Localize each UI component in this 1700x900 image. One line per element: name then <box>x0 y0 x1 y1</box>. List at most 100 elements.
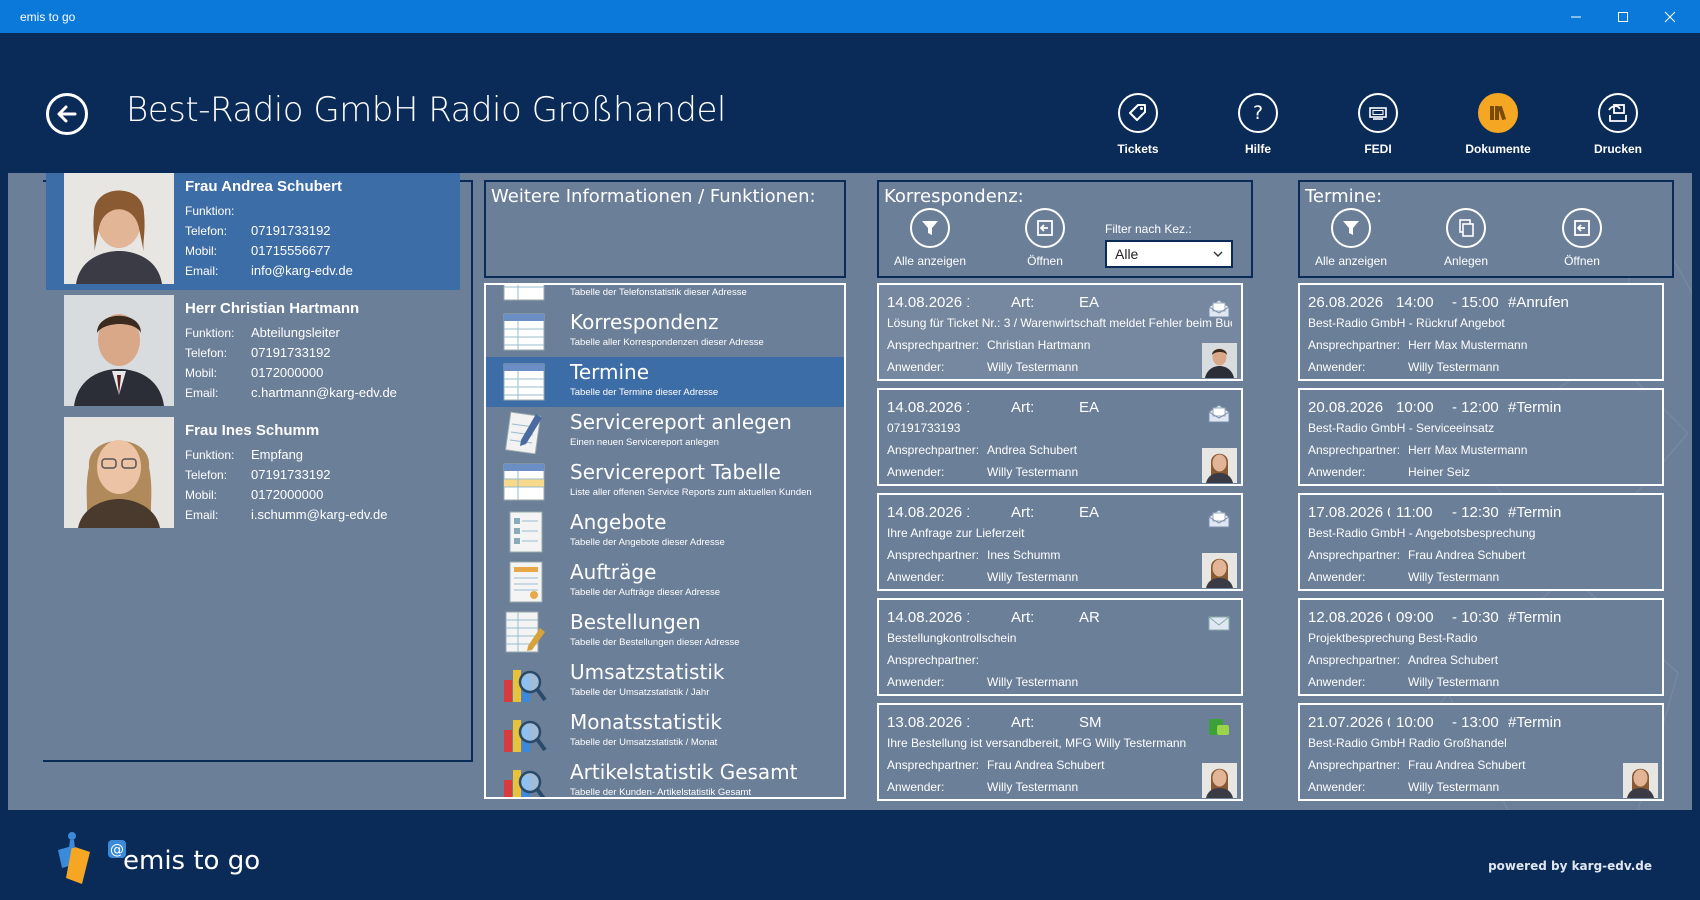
korr-art-value: EA <box>1079 504 1100 521</box>
show-all-label: Alle anzeigen <box>893 254 967 268</box>
close-button[interactable] <box>1647 0 1693 33</box>
tickets-button[interactable]: Tickets <box>1088 93 1188 156</box>
avatar <box>64 173 174 284</box>
drucken-button[interactable]: Drucken <box>1568 93 1668 156</box>
korr-contact-label: Ansprechpartner: <box>887 443 980 457</box>
chevron-down-icon <box>1213 251 1223 257</box>
termine-open-button[interactable]: Öffnen <box>1537 208 1627 268</box>
termin-card[interactable]: 12.08.2026 0 09:00 - 10:30 #Termin Projektbe… <box>1298 598 1664 696</box>
termine-show-all-button[interactable]: Alle anzeigen <box>1306 208 1396 268</box>
korr-art-label: Art: <box>1011 399 1035 416</box>
help-button[interactable]: ? Hilfe <box>1208 93 1308 156</box>
function-item-korrespondenz[interactable]: Korrespondenz Tabelle aller Korresponden… <box>486 307 844 357</box>
question-icon: ? <box>1238 93 1278 133</box>
back-button[interactable] <box>46 93 88 135</box>
dokumente-button[interactable]: Dokumente <box>1448 93 1548 156</box>
termin-contact-value: Andrea Schubert <box>1408 653 1499 667</box>
open-label: Öffnen <box>1027 254 1063 268</box>
korr-contact-label: Ansprechpartner: <box>887 338 980 352</box>
termin-user-label: Anwender: <box>1308 780 1366 794</box>
termin-from: 09:00 <box>1396 609 1434 626</box>
function-title: Servicereport anlegen <box>570 410 792 434</box>
function-title: Umsatzstatistik <box>570 660 725 684</box>
korr-contact-value: Christian Hartmann <box>987 338 1091 352</box>
termine-add-button[interactable]: Anlegen <box>1421 208 1511 268</box>
termin-card[interactable]: 26.08.2026 14:00 - 15:00 #Anrufen Best-Radio… <box>1298 283 1664 381</box>
korrespondenz-show-all-button[interactable]: Alle anzeigen <box>885 208 975 268</box>
minimize-icon <box>1571 16 1581 17</box>
korr-subject: Ihre Anfrage zur Lieferzeit <box>887 526 1025 540</box>
korr-subject: Lösung für Ticket Nr.: 3 / Warenwirtscha… <box>887 316 1232 330</box>
filter-select[interactable]: Alle <box>1105 240 1233 268</box>
function-item-servicereport-tabelle[interactable]: Servicereport Tabelle Liste aller offene… <box>486 457 844 507</box>
function-item-bestellungen[interactable]: Bestellungen Tabelle der Bestellungen di… <box>486 607 844 657</box>
function-item-monatsstatistik[interactable]: Monatsstatistik Tabelle der Umsatzstatis… <box>486 707 844 757</box>
function-item-servicereport-anlegen[interactable]: Servicereport anlegen Einen neuen Servic… <box>486 407 844 457</box>
function-item-auftraege[interactable]: Aufträge Tabelle der Aufträge dieser Adr… <box>486 557 844 607</box>
termin-tag: #Termin <box>1508 504 1562 521</box>
contact-card[interactable]: Frau Ines Schumm Funktion: Empfang Telefo… <box>46 412 460 534</box>
contact-email: Email: i.schumm@karg-edv.de <box>185 507 388 522</box>
window-titlebar: emis to go <box>0 0 1700 33</box>
contact-mobil: Mobil: 0172000000 <box>185 365 324 380</box>
function-item-artikelstatistik[interactable]: Artikelstatistik Gesamt Tabelle der Kund… <box>486 757 844 797</box>
fedi-icon <box>1358 93 1398 133</box>
termin-subject: Best-Radio GmbH - Angebotsbesprechung <box>1308 526 1536 540</box>
termin-user-label: Anwender: <box>1308 570 1366 584</box>
minimize-button[interactable] <box>1553 0 1599 33</box>
page-title: Best-Radio GmbH Radio Großhandel <box>126 90 726 130</box>
document-orders-icon <box>509 561 543 603</box>
show-all-label: Alle anzeigen <box>1314 254 1388 268</box>
termine-title: Termine: <box>1305 186 1383 207</box>
function-title: Bestellungen <box>570 610 701 634</box>
termin-card[interactable]: 20.08.2026 10:00 - 12:00 #Termin Best-Radio … <box>1298 388 1664 486</box>
table-edit-icon <box>505 611 545 653</box>
window-border-right <box>1692 33 1700 900</box>
korr-art-value: EA <box>1079 294 1100 311</box>
korrespondenz-card[interactable]: 14.08.2026 1 Art: AR Bestellungkontrollsche… <box>877 598 1243 696</box>
main-area: Frau Andrea Schubert Funktion: Telefon: 0… <box>8 173 1692 810</box>
termin-subject: Best-Radio GmbH - Rückruf Angebot <box>1308 316 1505 330</box>
termin-card[interactable]: 21.07.2026 0 10:00 - 13:00 #Termin Best-Radi… <box>1298 703 1664 801</box>
function-subtitle: Liste aller offenen Service Reports zum … <box>570 487 812 498</box>
function-item-angebote[interactable]: Angebote Tabelle der Angebote dieser Adr… <box>486 507 844 557</box>
korrespondenz-open-button[interactable]: Öffnen <box>1000 208 1090 268</box>
contact-card[interactable]: Frau Andrea Schubert Funktion: Telefon: 0… <box>46 173 460 290</box>
korrespondenz-card[interactable]: 14.08.2026 1 Art: EA Ihre Anfrage zur Liefe… <box>877 493 1243 591</box>
function-item-telefonstatistik[interactable]: Tabelle der Telefonstatistik dieser Adre… <box>486 285 844 307</box>
termin-contact-value: Frau Andrea Schubert <box>1408 758 1526 772</box>
app-header: Best-Radio GmbH Radio Großhandel Tickets… <box>8 33 1692 173</box>
tickets-label: Tickets <box>1117 142 1159 156</box>
korr-contact-value: Ines Schumm <box>987 548 1061 562</box>
table-icon <box>503 313 545 351</box>
termin-user-label: Anwender: <box>1308 465 1366 479</box>
termin-tag: #Termin <box>1508 714 1562 731</box>
function-item-umsatzstatistik[interactable]: Umsatzstatistik Tabelle der Umsatzstatis… <box>486 657 844 707</box>
korr-user-value: Willy Testermann <box>987 360 1079 374</box>
filter-value: Alle <box>1115 246 1139 262</box>
filter-icon <box>1331 208 1371 248</box>
termin-date: 21.07.2026 0 <box>1308 714 1390 731</box>
korr-user-label: Anwender: <box>887 570 945 584</box>
maximize-icon <box>1618 11 1628 22</box>
termin-user-label: Anwender: <box>1308 360 1366 374</box>
stats-magnifier-icon <box>504 670 547 702</box>
avatar <box>64 417 174 528</box>
korr-user-label: Anwender: <box>887 675 945 689</box>
open-icon <box>1562 208 1602 248</box>
contact-card[interactable]: Herr Christian Hartmann Funktion: Abteilu… <box>46 290 460 412</box>
termin-contact-label: Ansprechpartner: <box>1308 443 1401 457</box>
korrespondenz-card[interactable]: 13.08.2026 1 Art: SM Ihre Bestellung ist ve… <box>877 703 1243 801</box>
termin-card[interactable]: 17.08.2026 0 11:00 - 12:30 #Termin Best-Radi… <box>1298 493 1664 591</box>
korrespondenz-header: Korrespondenz: Alle anzeigen Öffnen Filt… <box>877 180 1253 278</box>
function-subtitle: Tabelle aller Korrespondenzen dieser Adr… <box>570 337 764 348</box>
korr-subject: Bestellungkontrollschein <box>887 631 1017 645</box>
korr-user-value: Willy Testermann <box>987 570 1079 584</box>
termin-from: 11:00 <box>1396 504 1433 521</box>
function-item-termine[interactable]: Termine Tabelle der Termine dieser Adres… <box>486 357 844 407</box>
maximize-button[interactable] <box>1600 0 1646 33</box>
function-title: Servicereport Tabelle <box>570 460 781 484</box>
fedi-button[interactable]: FEDI <box>1328 93 1428 156</box>
korrespondenz-card[interactable]: 14.08.2026 1 Art: EA 07191733193 Ansprechpar… <box>877 388 1243 486</box>
korrespondenz-card[interactable]: 14.08.2026 1 Art: EA Lösung für Ticket Nr.:… <box>877 283 1243 381</box>
